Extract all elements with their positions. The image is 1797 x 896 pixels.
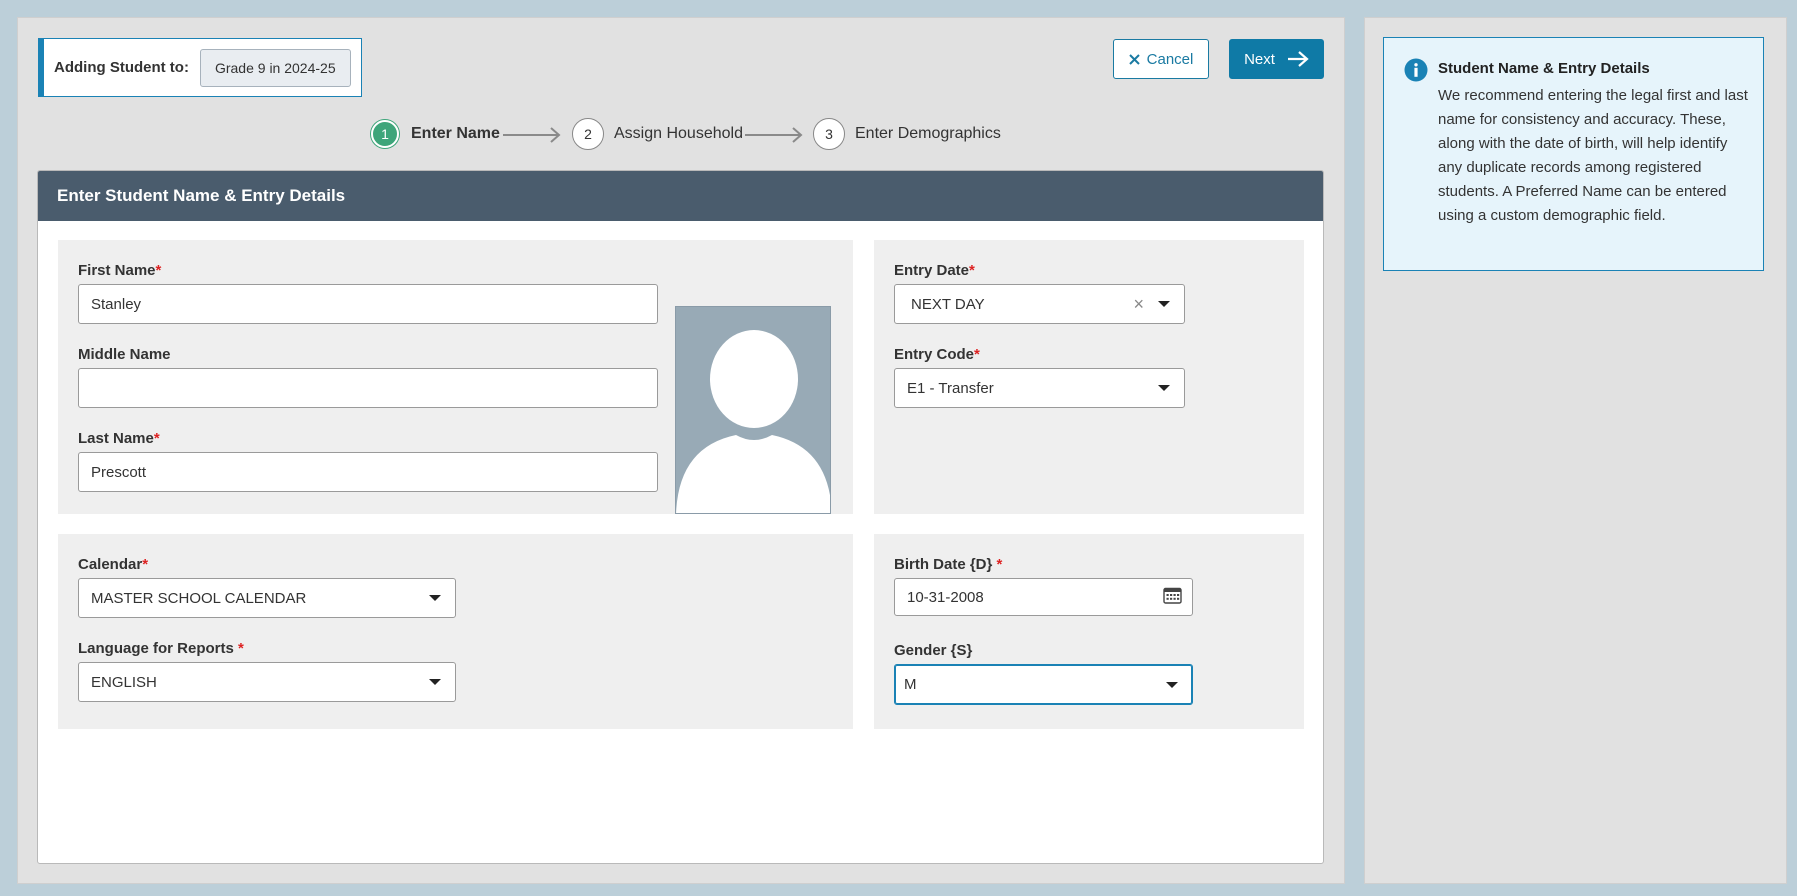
birth-gender-section: Birth Date {D} * 10-31-2008 Gender {S} M	[874, 534, 1304, 729]
adding-student-banner: Adding Student to: Grade 9 in 2024-25	[38, 38, 362, 97]
gender-label: Gender {S}	[894, 642, 973, 659]
step-label: Assign Household	[614, 125, 743, 142]
birth-date-label: Birth Date {D} *	[894, 556, 1003, 573]
close-icon	[1128, 53, 1140, 65]
cancel-button[interactable]: Cancel	[1113, 39, 1209, 79]
step-number: 2	[572, 118, 604, 150]
chevron-down-icon	[1166, 681, 1178, 688]
first-name-input[interactable]: Stanley	[78, 284, 658, 324]
calendar-select[interactable]: MASTER SCHOOL CALENDAR	[78, 578, 456, 618]
gender-select[interactable]: M	[894, 664, 1193, 705]
avatar	[676, 330, 830, 513]
entry-code-label: Entry Code*	[894, 346, 980, 363]
next-label: Next	[1244, 50, 1275, 68]
wizard-steps: 1 Enter Name 2 Assign Household 3 Enter …	[18, 118, 1344, 152]
chevron-down-icon	[1158, 301, 1170, 307]
step-label: Enter Name	[411, 125, 500, 142]
last-name-value: Prescott	[91, 463, 147, 481]
step-number: 1	[371, 120, 399, 148]
arrow-right-icon	[1287, 51, 1309, 67]
step-enter-name: 1 Enter Name	[369, 118, 500, 150]
chevron-down-icon	[429, 595, 441, 601]
step-label: Enter Demographics	[855, 125, 1001, 142]
step-enter-demographics: 3 Enter Demographics	[813, 118, 1001, 150]
birth-date-value: 10-31-2008	[907, 588, 984, 606]
entry-date-value: NEXT DAY	[911, 295, 985, 313]
adding-student-label: Adding Student to:	[54, 59, 189, 76]
info-icon	[1404, 58, 1428, 82]
language-label: Language for Reports *	[78, 640, 244, 657]
chevron-down-icon	[429, 679, 441, 685]
student-details-card: Enter Student Name & Entry Details First…	[37, 170, 1324, 864]
student-photo-placeholder[interactable]	[675, 306, 831, 514]
middle-name-input[interactable]	[78, 368, 658, 408]
calendar-label: Calendar*	[78, 556, 149, 573]
entry-section: Entry Date* NEXT DAY × Entry Code* E1 - …	[874, 240, 1304, 514]
entry-date-select[interactable]: NEXT DAY ×	[894, 284, 1185, 324]
last-name-input[interactable]: Prescott	[78, 452, 658, 492]
card-title: Enter Student Name & Entry Details	[38, 171, 1323, 221]
step-assign-household: 2 Assign Household	[572, 118, 743, 150]
entry-date-label: Entry Date*	[894, 262, 975, 279]
calendar-language-section: Calendar* MASTER SCHOOL CALENDAR Languag…	[58, 534, 853, 729]
language-select[interactable]: ENGLISH	[78, 662, 456, 702]
last-name-label: Last Name*	[78, 430, 160, 447]
info-title: Student Name & Entry Details	[1438, 60, 1650, 77]
clear-icon[interactable]: ×	[1133, 295, 1144, 313]
step-arrow-icon	[745, 127, 803, 143]
calendar-value: MASTER SCHOOL CALENDAR	[91, 589, 307, 607]
chevron-down-icon	[1158, 385, 1170, 391]
step-arrow-icon	[503, 127, 561, 143]
info-text: We recommend entering the legal first an…	[1438, 87, 1748, 224]
entry-code-select[interactable]: E1 - Transfer	[894, 368, 1185, 408]
language-value: ENGLISH	[91, 673, 157, 691]
first-name-value: Stanley	[91, 295, 142, 313]
cancel-label: Cancel	[1146, 50, 1194, 68]
help-panel: Student Name & Entry Details We recommen…	[1364, 17, 1787, 884]
middle-name-label: Middle Name	[78, 346, 171, 363]
next-button[interactable]: Next	[1229, 39, 1324, 79]
main-panel: Adding Student to: Grade 9 in 2024-25 Ca…	[17, 17, 1345, 884]
info-box: Student Name & Entry Details We recommen…	[1383, 37, 1764, 271]
calendar-icon[interactable]	[1163, 586, 1182, 608]
entry-code-value: E1 - Transfer	[907, 379, 994, 397]
step-number: 3	[813, 118, 845, 150]
name-section: First Name* Stanley Middle Name Last Nam…	[58, 240, 853, 514]
gender-value: M	[904, 676, 917, 693]
first-name-label: First Name*	[78, 262, 162, 279]
birth-date-input[interactable]: 10-31-2008	[894, 578, 1193, 616]
grade-year-pill: Grade 9 in 2024-25	[199, 48, 351, 87]
